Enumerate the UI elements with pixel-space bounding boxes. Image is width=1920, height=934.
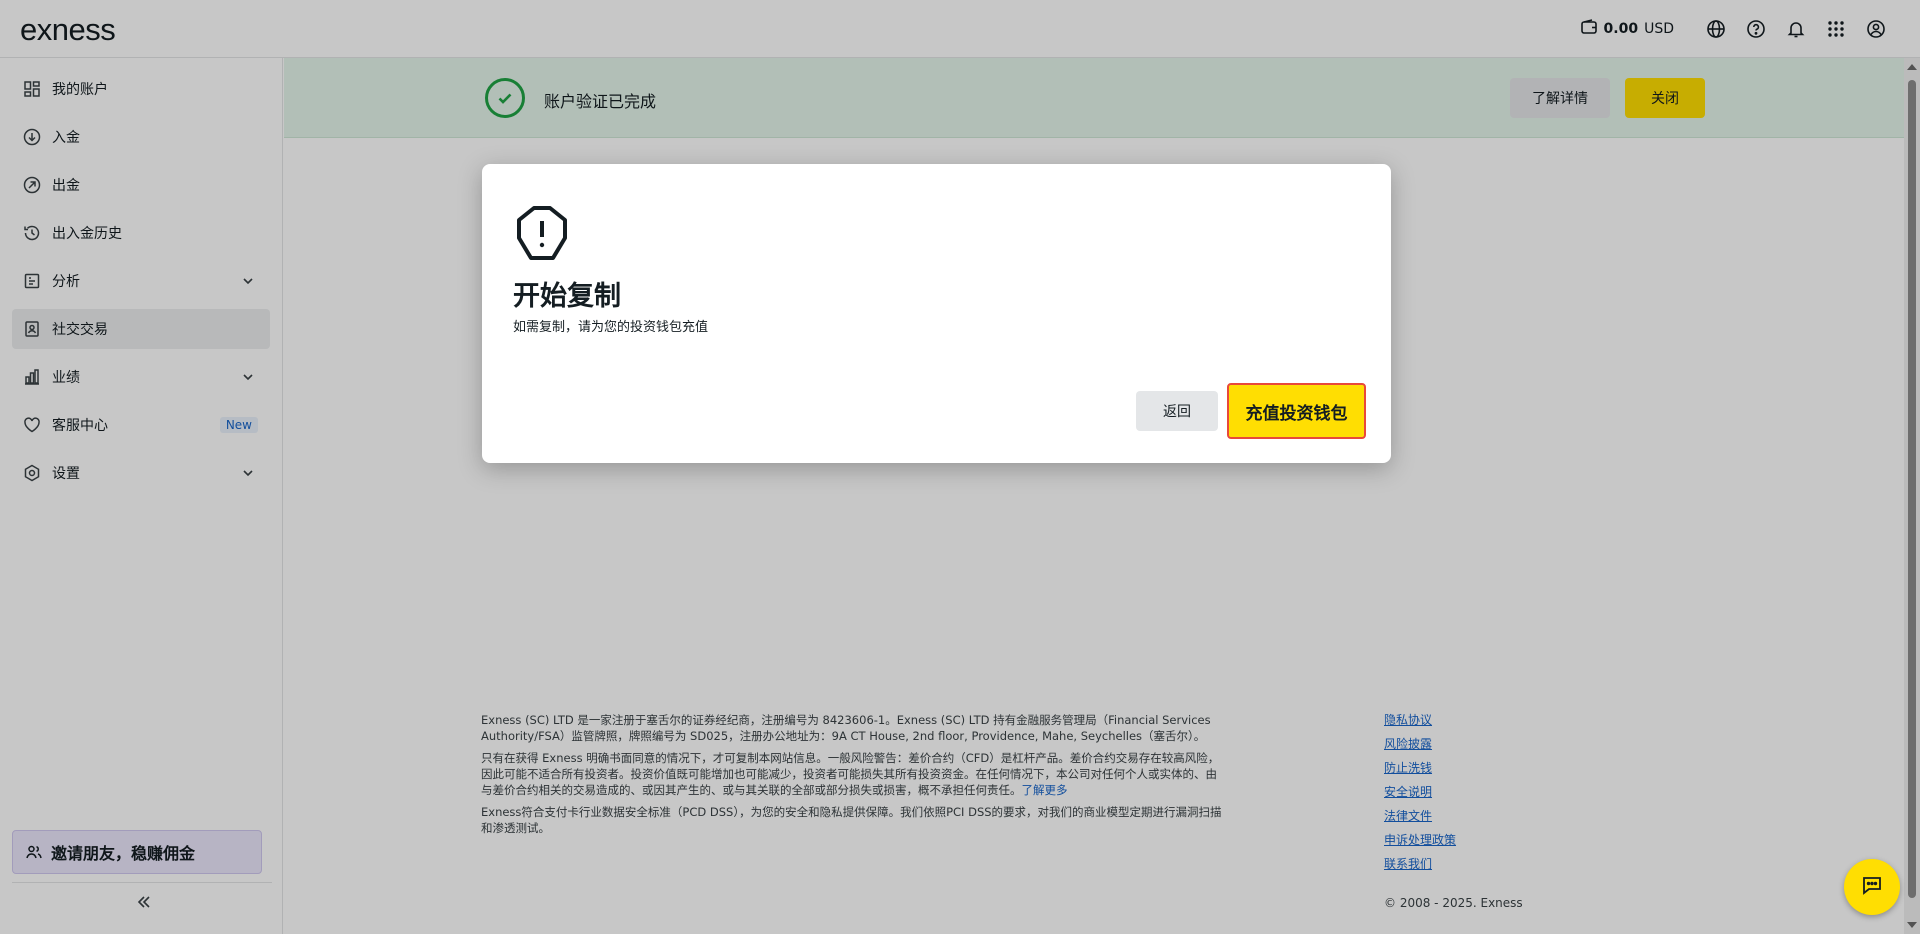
warning-octagon-icon	[513, 204, 571, 262]
back-button[interactable]: 返回	[1136, 391, 1218, 431]
start-copying-dialog: 开始复制 如需复制，请为您的投资钱包充值 返回 充值投资钱包	[482, 164, 1391, 463]
fund-investment-wallet-button[interactable]: 充值投资钱包	[1227, 383, 1366, 439]
chat-support-button[interactable]	[1844, 859, 1900, 915]
chat-icon	[1861, 874, 1883, 900]
dialog-title: 开始复制	[513, 281, 621, 312]
modal-backdrop[interactable]	[0, 0, 1920, 934]
dialog-subtitle: 如需复制，请为您的投资钱包充值	[513, 320, 709, 335]
